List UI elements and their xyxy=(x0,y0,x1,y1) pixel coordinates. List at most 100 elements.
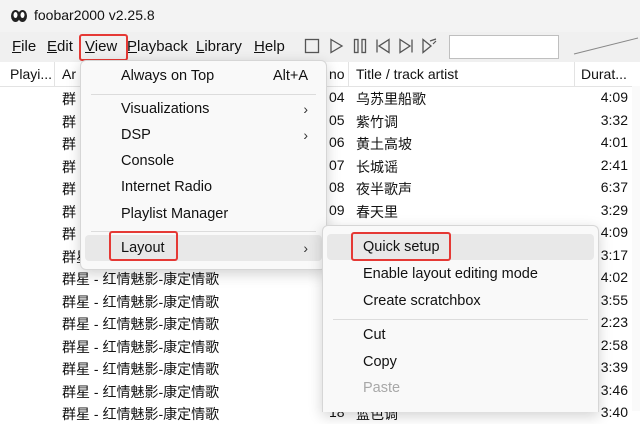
track-artist: 群 xyxy=(62,91,76,107)
track-duration: 4:09 xyxy=(600,224,628,240)
menu-item-copy[interactable]: Copy xyxy=(327,350,594,374)
foobar-app-icon xyxy=(11,10,27,22)
menu-item-enable-layout-editing[interactable]: Enable layout editing mode xyxy=(327,262,594,286)
menu-item-create-scratchbox[interactable]: Create scratchbox xyxy=(327,289,594,313)
column-divider[interactable] xyxy=(54,62,55,86)
menu-item-paste: Paste xyxy=(327,376,594,400)
track-duration: 2:41 xyxy=(600,156,628,173)
column-playing[interactable]: Playi... xyxy=(10,66,52,82)
column-no[interactable]: no xyxy=(329,66,345,82)
menu-item-label: Visualizations xyxy=(121,101,210,117)
track-artist: 群 xyxy=(62,113,76,130)
stop-icon[interactable] xyxy=(304,38,320,54)
track-duration: 4:01 xyxy=(600,134,628,150)
track-duration: 3:32 xyxy=(600,111,628,128)
track-artist: 群星 - 红情魅影-康定情歌 xyxy=(62,383,220,400)
layout-item-highlight xyxy=(109,231,178,261)
track-number: 09 xyxy=(329,201,345,218)
pause-icon[interactable] xyxy=(352,38,368,54)
track-artist: 群星 - 红情魅影-康定情歌 xyxy=(62,316,220,332)
window-title: foobar2000 v2.25.8 xyxy=(34,7,155,23)
track-duration: 2:23 xyxy=(600,314,628,330)
track-duration: 6:37 xyxy=(600,179,628,195)
track-artist: 群星 - 红情魅影-康定情歌 xyxy=(62,293,220,310)
track-title: 夜半歌声 xyxy=(356,181,412,197)
track-artist: 群星 - 红情魅影-康定情歌 xyxy=(62,361,220,377)
menu-item-label: Console xyxy=(121,153,175,169)
menu-edit-accel: E xyxy=(47,38,58,55)
track-title: 乌苏里船歌 xyxy=(356,91,426,107)
menu-item-label: Paste xyxy=(363,380,401,396)
track-artist: 群星 - 红情魅影-康定情歌 xyxy=(62,338,220,355)
track-artist: 群 xyxy=(62,203,76,220)
menu-item-playlist-manager[interactable]: Playlist Manager xyxy=(85,202,322,226)
menu-separator xyxy=(91,94,316,95)
menu-file[interactable]: File xyxy=(12,37,36,57)
column-duration[interactable]: Durat... xyxy=(581,66,627,82)
menu-item-label: Copy xyxy=(363,354,397,370)
seek-bar[interactable] xyxy=(449,35,559,59)
column-artist[interactable]: Ar xyxy=(62,66,76,82)
track-artist: 群 xyxy=(62,226,76,242)
menu-item-label: Create scratchbox xyxy=(363,293,481,309)
track-artist: 群星 - 红情魅影-康定情歌 xyxy=(62,271,220,287)
title-bar: foobar2000 v2.25.8 xyxy=(0,0,640,32)
column-divider[interactable] xyxy=(574,62,575,86)
track-artist: 群 xyxy=(62,181,76,197)
column-title[interactable]: Title / track artist xyxy=(356,66,458,82)
volume-slider[interactable] xyxy=(572,34,640,58)
view-menu-highlight xyxy=(79,34,128,61)
track-artist: 群星 - 红情魅影-康定情歌 xyxy=(62,406,220,422)
track-duration: 3:17 xyxy=(600,246,628,263)
menu-file-label: ile xyxy=(21,38,37,55)
menu-help-accel: H xyxy=(254,38,265,55)
track-number: 04 xyxy=(329,89,345,105)
menu-item-internet-radio[interactable]: Internet Radio xyxy=(85,175,322,199)
scrollbar[interactable] xyxy=(632,86,640,411)
menu-item-always-on-top[interactable]: Always on Top Alt+A xyxy=(85,64,322,88)
menu-item-console[interactable]: Console xyxy=(85,149,322,173)
chevron-right-icon: › xyxy=(303,127,308,143)
track-title: 长城谣 xyxy=(356,158,398,175)
menu-item-visualizations[interactable]: Visualizations › xyxy=(85,97,322,121)
menu-item-shortcut: Alt+A xyxy=(272,68,308,84)
menu-item-label: Enable layout editing mode xyxy=(363,266,538,282)
menu-edit-label: dit xyxy=(57,38,73,55)
menu-item-label: Internet Radio xyxy=(121,179,213,195)
chevron-right-icon: › xyxy=(303,101,308,117)
menu-item-label: Cut xyxy=(363,327,386,343)
track-number: 08 xyxy=(329,179,345,195)
track-number: 07 xyxy=(329,156,345,173)
menu-item-cut[interactable]: Cut xyxy=(327,323,594,347)
track-title: 春天里 xyxy=(356,203,398,220)
menu-separator xyxy=(333,319,588,320)
track-duration: 3:40 xyxy=(600,404,628,420)
menu-edit[interactable]: Edit xyxy=(47,37,73,57)
menu-file-accel: F xyxy=(12,38,22,55)
menu-help[interactable]: Help xyxy=(254,37,285,57)
menu-playback-label: layback xyxy=(137,38,188,55)
track-duration: 4:09 xyxy=(600,89,628,105)
track-artist: 群 xyxy=(62,158,76,175)
track-title: 黄土高坡 xyxy=(356,136,412,152)
menu-playback-accel: P xyxy=(127,38,138,55)
column-divider[interactable] xyxy=(348,62,349,86)
track-number: 06 xyxy=(329,134,345,150)
random-icon[interactable] xyxy=(421,38,437,54)
menu-item-dsp[interactable]: DSP › xyxy=(85,123,322,147)
quick-setup-highlight xyxy=(351,232,451,261)
next-icon[interactable] xyxy=(398,38,414,54)
previous-icon[interactable] xyxy=(375,38,391,54)
menu-library[interactable]: Library xyxy=(196,37,242,57)
menu-item-label: Playlist Manager xyxy=(121,206,229,222)
menu-item-label: Always on Top xyxy=(121,68,215,84)
track-title: 紫竹调 xyxy=(356,113,398,130)
menu-playback[interactable]: Playback xyxy=(127,37,188,57)
track-duration: 3:46 xyxy=(600,381,628,398)
track-number: 05 xyxy=(329,111,345,128)
track-duration: 3:55 xyxy=(600,291,628,308)
play-icon[interactable] xyxy=(328,38,344,54)
menu-item-label: DSP xyxy=(121,127,151,143)
menu-library-label: ibrary xyxy=(204,38,242,55)
menu-help-label: elp xyxy=(264,38,285,55)
